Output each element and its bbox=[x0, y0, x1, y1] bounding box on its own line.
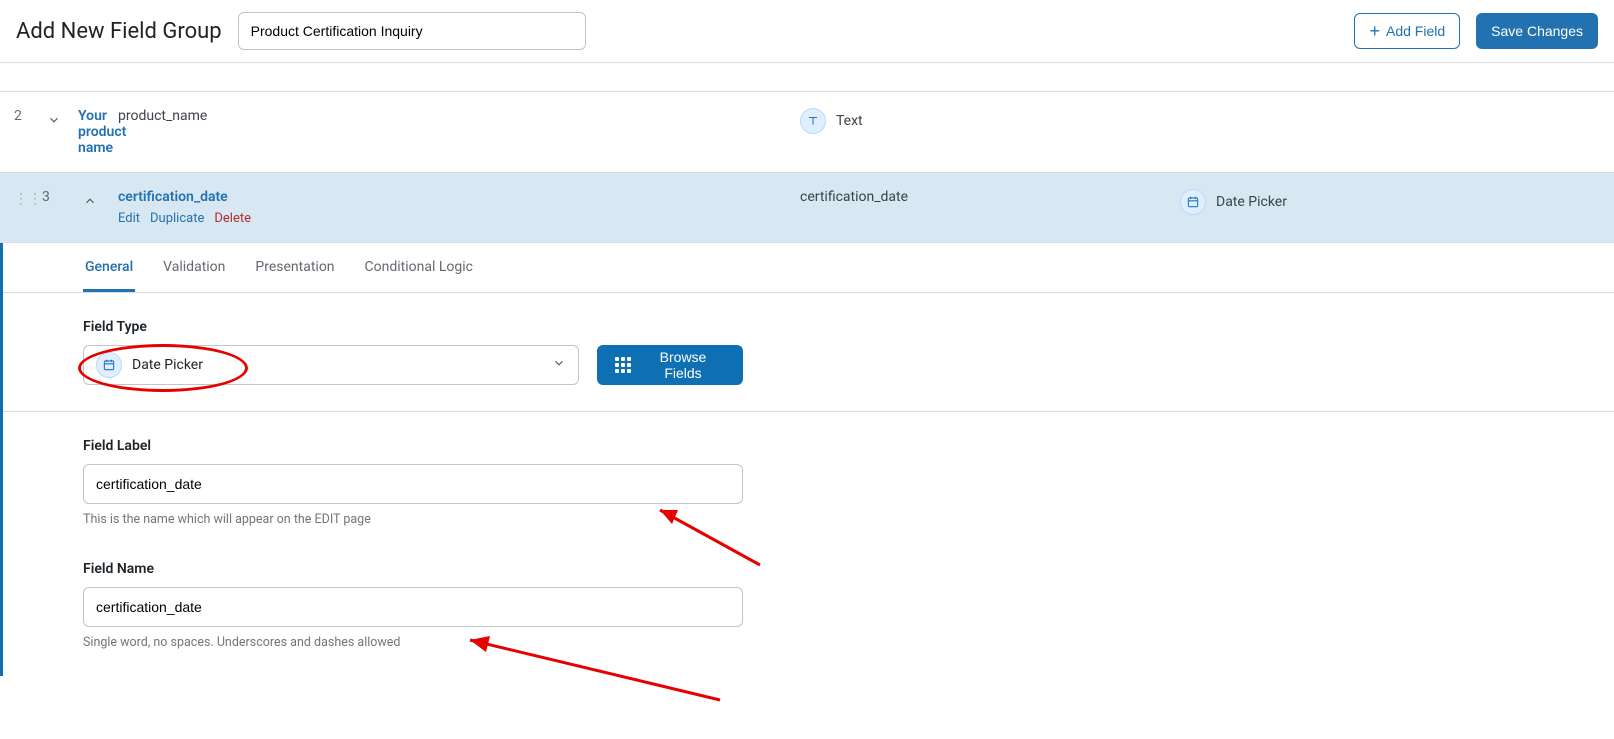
section-field-label-name: Field Label This is the name which will … bbox=[3, 412, 1614, 676]
section-field-type: Field Type Date Picker bbox=[3, 293, 1614, 412]
edit-link[interactable]: Edit bbox=[118, 211, 140, 226]
group-name-input[interactable] bbox=[238, 12, 586, 50]
expand-toggle[interactable] bbox=[42, 108, 66, 132]
field-label-cell: certification_date Edit Duplicate Delete bbox=[118, 189, 800, 226]
field-editor-panel: General Validation Presentation Conditio… bbox=[0, 243, 1614, 676]
tab-conditional-logic[interactable]: Conditional Logic bbox=[363, 243, 475, 292]
field-key: certification_date bbox=[800, 189, 1180, 205]
field-type-label: Date Picker bbox=[1216, 194, 1287, 210]
field-label-hint: This is the name which will appear on th… bbox=[83, 512, 743, 527]
field-label-input[interactable] bbox=[83, 464, 743, 504]
row-actions: Edit Duplicate Delete bbox=[118, 211, 800, 226]
collapse-toggle[interactable] bbox=[78, 189, 102, 213]
field-type-cell: Date Picker bbox=[1180, 189, 1600, 215]
group-name-wrap bbox=[238, 12, 586, 50]
add-field-button[interactable]: + Add Field bbox=[1354, 13, 1460, 49]
tab-validation[interactable]: Validation bbox=[161, 243, 227, 292]
field-type-cell: Text bbox=[800, 108, 1180, 134]
page-title: Add New Field Group bbox=[16, 19, 222, 44]
browse-fields-label: Browse Fields bbox=[641, 349, 725, 381]
field-label-cell: Your product name bbox=[78, 108, 118, 156]
row-number: 3 bbox=[42, 189, 78, 205]
plus-icon: + bbox=[1369, 22, 1380, 40]
editor-tabs: General Validation Presentation Conditio… bbox=[3, 243, 1614, 293]
field-type-value: Date Picker bbox=[132, 357, 203, 373]
field-type-select[interactable]: Date Picker bbox=[83, 345, 579, 385]
field-name-label: Field Name bbox=[83, 561, 743, 577]
save-changes-button[interactable]: Save Changes bbox=[1476, 13, 1598, 49]
chevron-down-icon bbox=[552, 356, 566, 374]
date-type-icon bbox=[1180, 189, 1206, 215]
browse-fields-button[interactable]: Browse Fields bbox=[597, 345, 743, 385]
field-label-link[interactable]: certification_date bbox=[118, 189, 228, 205]
row-number: 2 bbox=[14, 108, 42, 124]
field-name-hint: Single word, no spaces. Underscores and … bbox=[83, 635, 743, 650]
field-type-label: Field Type bbox=[83, 319, 743, 335]
field-row-2[interactable]: ⋮⋮ 2 Your product name product_name Text bbox=[0, 92, 1614, 172]
grid-icon bbox=[615, 357, 631, 373]
field-type-label: Text bbox=[836, 113, 863, 129]
field-rows: ⋮⋮ 2 Your product name product_name Text… bbox=[0, 91, 1614, 243]
chevron-up-icon bbox=[83, 194, 97, 208]
field-row-3[interactable]: ⋮⋮ 3 certification_date Edit Duplicate D… bbox=[0, 172, 1614, 242]
drag-handle-icon[interactable]: ⋮⋮ bbox=[14, 189, 42, 207]
duplicate-link[interactable]: Duplicate bbox=[150, 211, 204, 226]
tab-general[interactable]: General bbox=[83, 243, 135, 292]
field-name-input[interactable] bbox=[83, 587, 743, 627]
add-field-label: Add Field bbox=[1386, 23, 1445, 39]
save-changes-label: Save Changes bbox=[1491, 23, 1583, 39]
tab-presentation[interactable]: Presentation bbox=[253, 243, 336, 292]
chevron-down-icon bbox=[47, 113, 61, 127]
text-type-icon bbox=[800, 108, 826, 134]
field-key: product_name bbox=[118, 108, 800, 124]
header-bar: Add New Field Group + Add Field Save Cha… bbox=[0, 0, 1614, 63]
delete-link[interactable]: Delete bbox=[214, 211, 251, 226]
field-label-label: Field Label bbox=[83, 438, 743, 454]
date-type-icon bbox=[96, 352, 122, 378]
